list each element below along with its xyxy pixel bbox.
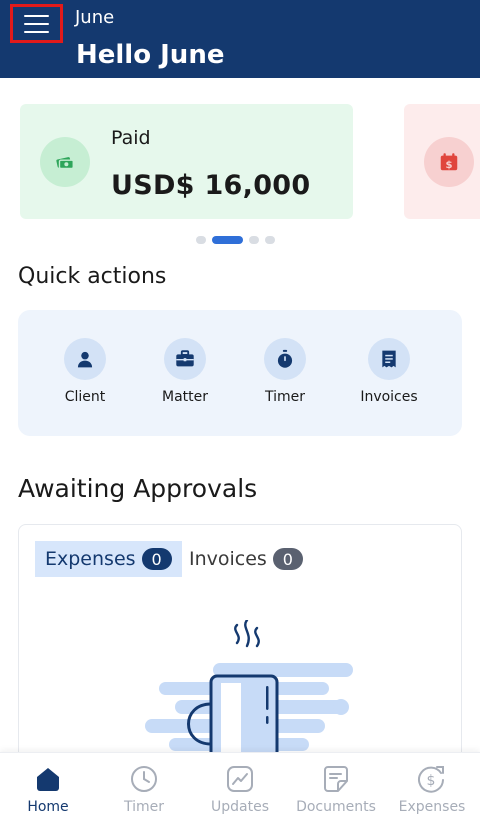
carousel-dot[interactable] xyxy=(265,236,275,244)
greeting-title: Hello June xyxy=(76,40,225,70)
quick-action-label: Client xyxy=(64,389,106,405)
tab-invoices[interactable]: Invoices 0 xyxy=(179,541,313,577)
document-icon xyxy=(324,766,348,792)
home-icon xyxy=(37,768,59,791)
quick-action-invoices[interactable]: Invoices xyxy=(349,338,429,405)
tab-label: Invoices xyxy=(189,548,267,570)
card-amount: USD$ 16,000 xyxy=(111,170,311,201)
dollar-sign-icon: $ xyxy=(418,766,444,793)
svg-text:$: $ xyxy=(445,160,452,171)
bottom-navigation: Home Timer Updates Documents $ Expenses xyxy=(0,752,480,824)
tab-label: Expenses xyxy=(45,548,136,570)
hamburger-menu-icon[interactable] xyxy=(10,4,63,43)
quick-action-label: Invoices xyxy=(360,389,418,405)
nav-label: Expenses xyxy=(398,799,466,815)
count-badge: 0 xyxy=(141,548,172,570)
quick-action-timer[interactable]: Timer xyxy=(245,338,325,405)
nav-updates[interactable]: Updates xyxy=(192,765,288,815)
person-icon xyxy=(64,338,106,380)
carousel-dot-active[interactable] xyxy=(212,236,243,244)
nav-timer[interactable]: Timer xyxy=(96,765,192,815)
due-summary-card[interactable]: $ xyxy=(404,104,480,219)
nav-label: Updates xyxy=(211,799,269,815)
stopwatch-icon xyxy=(264,338,306,380)
trend-chart-icon xyxy=(227,766,253,792)
app-header: June Hello June xyxy=(0,0,480,78)
paid-summary-card[interactable]: Paid USD$ 16,000 xyxy=(20,104,353,219)
carousel-dot[interactable] xyxy=(249,236,259,244)
user-name: June xyxy=(75,7,115,28)
quick-actions-title: Quick actions xyxy=(18,264,167,289)
invoice-icon xyxy=(368,338,410,380)
nav-label: Timer xyxy=(123,799,165,815)
nav-label: Home xyxy=(27,799,69,815)
card-label: Paid xyxy=(111,127,151,149)
carousel-indicator xyxy=(196,236,275,244)
carousel-dot[interactable] xyxy=(196,236,206,244)
svg-text:$: $ xyxy=(427,773,436,789)
approvals-panel: Expenses 0 Invoices 0 xyxy=(18,524,462,784)
quick-action-client[interactable]: Client xyxy=(45,338,125,405)
quick-actions-panel: Client Matter Timer Invoices xyxy=(18,310,462,436)
tab-expenses[interactable]: Expenses 0 xyxy=(35,541,182,577)
nav-documents[interactable]: Documents xyxy=(288,765,384,815)
quick-action-matter[interactable]: Matter xyxy=(145,338,225,405)
clock-icon xyxy=(131,766,157,792)
nav-expenses[interactable]: $ Expenses xyxy=(384,765,480,815)
nav-home[interactable]: Home xyxy=(0,765,96,815)
awaiting-approvals-title: Awaiting Approvals xyxy=(18,474,258,503)
calendar-dollar-icon: $ xyxy=(424,137,474,187)
nav-label: Documents xyxy=(296,799,376,815)
money-icon xyxy=(40,137,90,187)
quick-action-label: Timer xyxy=(264,389,306,405)
quick-action-label: Matter xyxy=(161,389,208,405)
briefcase-icon xyxy=(164,338,206,380)
count-badge: 0 xyxy=(272,548,303,570)
